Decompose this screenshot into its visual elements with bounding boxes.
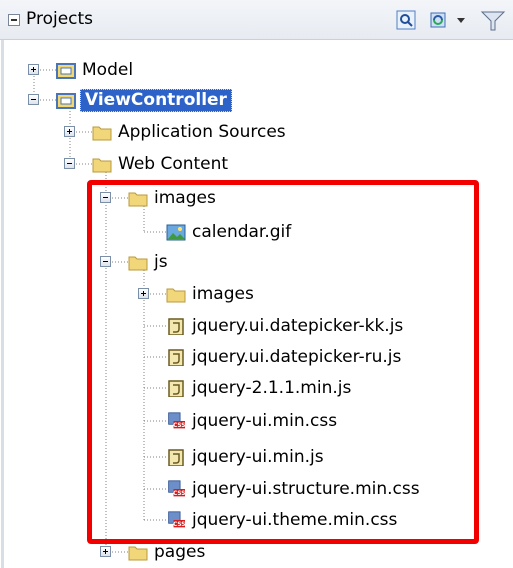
collapse-toggle[interactable] <box>64 158 75 169</box>
folder-icon <box>92 158 112 173</box>
tree-item-label-selected: ViewController <box>80 88 232 112</box>
highlight-annotation-box <box>87 180 479 544</box>
folder-icon <box>128 546 148 561</box>
collapse-toggle[interactable] <box>28 94 39 105</box>
tree-item-viewcontroller[interactable]: ViewController <box>56 85 232 115</box>
expand-toggle[interactable] <box>28 64 39 75</box>
project-icon <box>56 93 76 109</box>
tree-item-label: Web Content <box>118 154 229 174</box>
expand-toggle[interactable] <box>100 546 111 557</box>
tree-item-label: Application Sources <box>118 122 286 142</box>
expand-toggle[interactable] <box>64 126 75 137</box>
tree-item-web-content[interactable]: Web Content <box>92 149 228 179</box>
tree-item-label: pages <box>154 542 206 562</box>
project-icon <box>56 63 76 79</box>
folder-icon <box>92 126 112 141</box>
tree-item-model[interactable]: Model <box>56 55 133 85</box>
tree-item-application-sources[interactable]: Application Sources <box>92 117 286 147</box>
tree-item-label: Model <box>82 60 134 80</box>
